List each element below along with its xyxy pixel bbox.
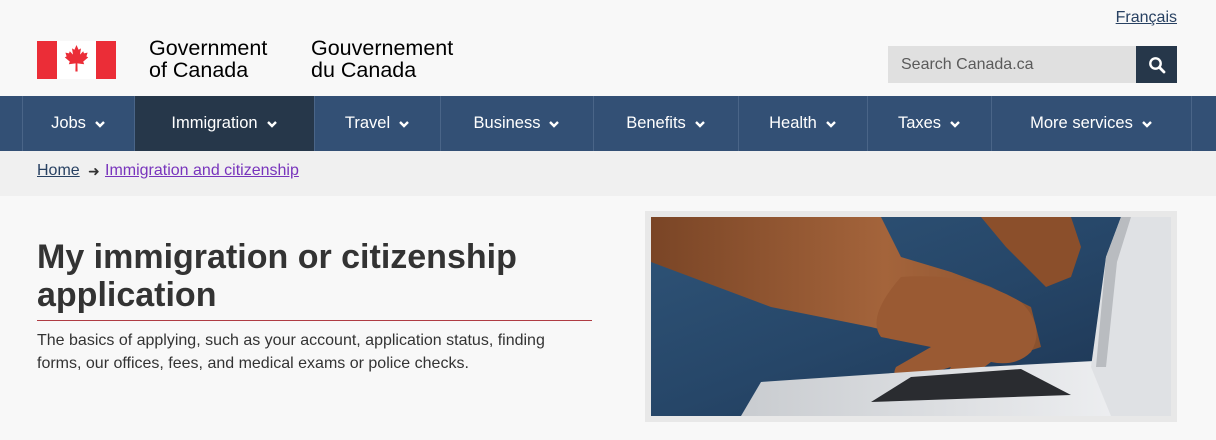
menu-item-health[interactable]: Health [738,96,867,151]
search-input[interactable] [888,55,1131,74]
breadcrumb-home-link[interactable]: Home [37,162,80,180]
breadcrumb-immigration-link[interactable]: Immigration and citizenship [105,162,299,180]
menu-item-more-services[interactable]: More services [991,96,1192,151]
menu-item-label: Immigration [171,114,258,132]
menu-item-label: Health [769,114,817,132]
hands-typing-on-laptop-image [651,217,1171,416]
wordmark-en-line1: Government [149,36,268,60]
chevron-down-icon [549,120,560,128]
chevron-down-icon [399,120,409,128]
canada-flag-icon[interactable] [37,41,116,79]
menu-item-label: Jobs [51,114,86,132]
chevron-down-icon [1141,120,1152,128]
language-toggle-link[interactable]: Français [1116,9,1177,27]
chevron-down-icon [95,120,105,128]
chevron-down-icon [266,120,277,128]
wordmark-fr-line2: du Canada [311,58,417,82]
menu-item-immigration[interactable]: Immigration [134,96,314,151]
menu-item-taxes[interactable]: Taxes [867,96,991,151]
wordmark-english: Government of Canada [149,37,267,81]
search-button[interactable] [1136,46,1177,83]
arrow-right-icon: ➜ [88,163,100,179]
wordmark-french: Gouvernement du Canada [311,37,453,81]
title-divider [37,320,592,321]
page-description: The basics of applying, such as your acc… [37,332,545,372]
main-menu: Jobs Immigration Travel Business Benefit… [0,96,1216,151]
menu-item-label: Benefits [626,114,686,132]
menu-item-label: Taxes [897,114,942,132]
chevron-down-icon [694,120,705,128]
menu-item-benefits[interactable]: Benefits [593,96,738,151]
breadcrumb: Home ➜ Immigration and citizenship [0,151,1216,196]
chevron-down-icon [950,120,960,128]
wordmark-en-line2: of Canada [149,58,249,82]
page-title: My immigration or citizenship applicatio… [37,238,517,314]
menu-item-label: Business [473,114,541,132]
menu-item-business[interactable]: Business [440,96,593,151]
menu-item-travel[interactable]: Travel [314,96,440,151]
wordmark-fr-line1: Gouvernement [311,36,454,60]
menu-item-label: Travel [344,114,391,132]
search-icon [1148,56,1165,73]
search-field [888,46,1136,83]
chevron-down-icon [825,120,836,128]
menu-item-jobs[interactable]: Jobs [22,96,134,151]
menu-item-label: More services [1030,114,1133,132]
